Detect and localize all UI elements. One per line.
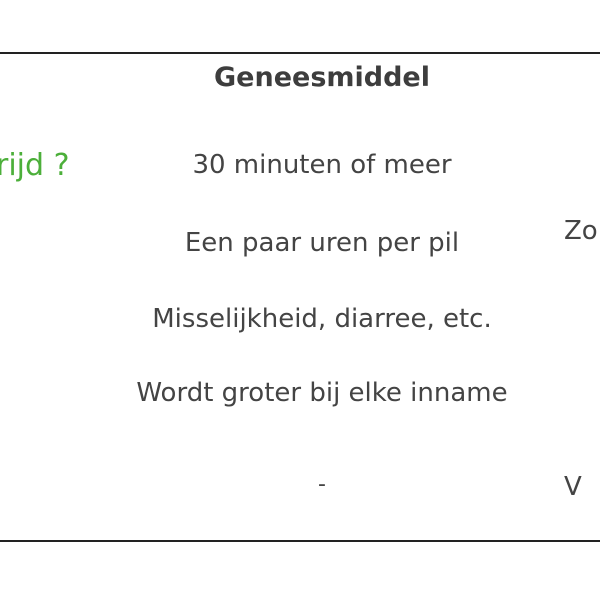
row-label-partial: rijd ? <box>0 148 70 183</box>
table-cell: - <box>318 472 326 497</box>
column-header: Geneesmiddel <box>214 62 430 93</box>
table-cell: Wordt groter bij elke inname <box>136 378 508 408</box>
right-column-cell-partial: V <box>564 472 582 502</box>
table-cell: Misselijkheid, diarree, etc. <box>152 304 492 334</box>
table-top-rule <box>0 52 600 54</box>
table-cell: Een paar uren per pil <box>184 228 460 258</box>
slide: Geneesmiddel rijd ? 30 minuten of meer E… <box>0 0 600 600</box>
table-bottom-rule <box>0 540 600 542</box>
right-column-cell-partial: Zo <box>564 216 598 246</box>
table-cell: 30 minuten of meer <box>192 150 452 180</box>
